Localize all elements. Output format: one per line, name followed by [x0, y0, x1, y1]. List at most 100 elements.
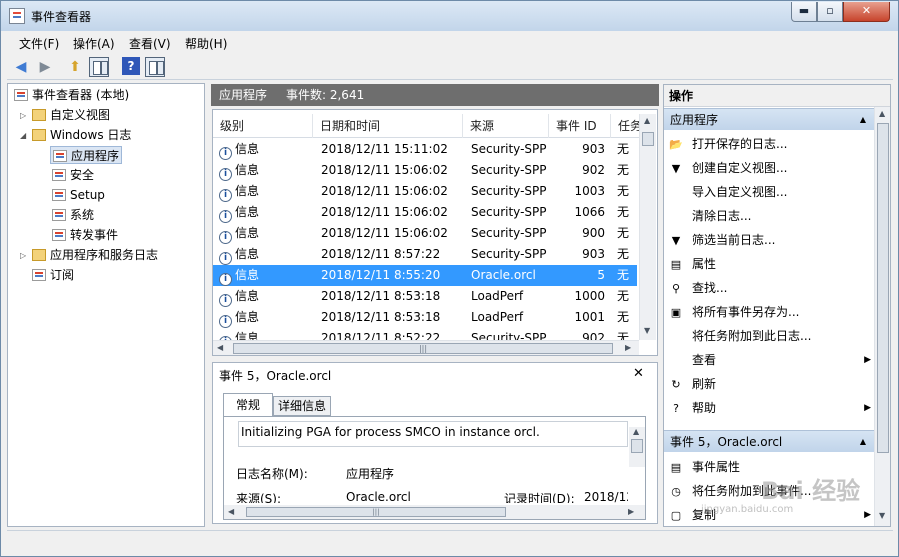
actions-scrollbar[interactable]: ▲ ▼ — [874, 107, 890, 526]
menu-file[interactable]: 文件(F) — [19, 35, 59, 52]
table-row[interactable]: i 信息 2018/12/11 15:06:02 Security-SPP 902 无 — [213, 160, 637, 181]
collapse-icon[interactable]: ▲ — [860, 109, 866, 131]
minimize-button[interactable]: ▬ — [791, 2, 817, 22]
action-item[interactable]: ? 帮助 ▶ — [668, 397, 873, 419]
tab-details[interactable]: 详细信息 — [273, 396, 331, 416]
list-vertical-scrollbar[interactable]: ▲ ▼ — [639, 114, 656, 340]
tree-item-security[interactable]: 安全 — [52, 166, 94, 184]
scroll-right-icon[interactable]: ▶ — [625, 343, 631, 352]
cell-event-id: 903 — [582, 247, 605, 261]
action-item[interactable]: 导入自定义视图... — [668, 181, 873, 203]
info-icon: i — [219, 147, 232, 160]
info-icon: i — [219, 252, 232, 265]
action-item[interactable]: ▼ 创建自定义视图... — [668, 157, 873, 179]
menu-view[interactable]: 查看(V) — [129, 35, 171, 52]
collapse-icon[interactable]: ▲ — [860, 431, 866, 453]
back-arrow-icon[interactable]: ◀ — [11, 57, 31, 77]
tree-root[interactable]: 事件查看器 (本地) — [14, 86, 129, 104]
cell-datetime: 2018/12/11 8:55:20 — [321, 268, 441, 282]
event-description[interactable]: Initializing PGA for process SMCO in ins… — [238, 421, 628, 447]
action-item[interactable]: 📂 打开保存的日志... — [668, 133, 873, 155]
close-button[interactable]: ✕ — [843, 2, 890, 22]
tree-item-setup[interactable]: Setup — [52, 186, 105, 204]
action-item[interactable]: ↻ 刷新 — [668, 373, 873, 395]
tree-item-custom-views[interactable]: 自定义视图 — [32, 106, 110, 124]
column-level[interactable]: 级别 — [213, 114, 313, 138]
actions-section-application[interactable]: 应用程序 ▲ — [664, 108, 874, 130]
scroll-right-icon[interactable]: ▶ — [628, 507, 634, 516]
table-row[interactable]: i 信息 2018/12/11 15:06:02 Security-SPP 1066 无 — [213, 202, 637, 223]
up-folder-icon[interactable]: ⬆ — [65, 57, 85, 77]
cell-level: 信息 — [235, 205, 260, 219]
actions-section-event[interactable]: 事件 5，Oracle.orcl ▲ — [664, 430, 874, 452]
toolbar: ◀ ▶ ⬆ ? — [7, 54, 893, 80]
column-datetime[interactable]: 日期和时间 — [313, 114, 463, 138]
action-icon: ↻ — [671, 378, 681, 391]
title-bar: 事件查看器 ▬ ▫ ✕ — [1, 1, 898, 31]
column-event-id[interactable]: 事件 ID — [549, 114, 611, 138]
log-icon — [53, 150, 67, 162]
cell-level: 信息 — [235, 247, 260, 261]
help-icon[interactable]: ? — [122, 57, 140, 75]
table-row[interactable]: i 信息 2018/12/11 8:53:18 LoadPerf 1000 无 — [213, 286, 637, 307]
scroll-thumb[interactable]: ||| — [233, 343, 613, 354]
maximize-button[interactable]: ▫ — [817, 2, 843, 22]
description-scrollbar[interactable]: ▲ — [629, 427, 645, 467]
action-label: 清除日志... — [692, 209, 752, 223]
menu-help[interactable]: 帮助(H) — [185, 35, 227, 52]
cell-event-id: 1000 — [574, 289, 605, 303]
column-source[interactable]: 来源 — [463, 114, 549, 138]
collapse-arrow-icon[interactable]: ◢ — [20, 131, 26, 140]
action-item[interactable]: 清除日志... — [668, 205, 873, 227]
detail-close-icon[interactable]: ✕ — [633, 366, 644, 381]
table-row[interactable]: i 信息 2018/12/11 8:57:22 Security-SPP 903 无 — [213, 244, 637, 265]
table-row[interactable]: i 信息 2018/12/11 15:06:02 Security-SPP 1003 无 — [213, 181, 637, 202]
tree-item-app-services-logs[interactable]: 应用程序和服务日志 — [32, 246, 158, 264]
list-horizontal-scrollbar[interactable]: ◀ ||| ▶ — [213, 340, 639, 355]
tree-item-subscriptions[interactable]: 订阅 — [32, 266, 74, 284]
scroll-left-icon[interactable]: ◀ — [228, 507, 234, 516]
table-row[interactable]: i 信息 2018/12/11 15:11:02 Security-SPP 903 无 — [213, 139, 637, 160]
action-item[interactable]: ▤ 属性 — [668, 253, 873, 275]
action-item[interactable]: 查看 ▶ — [668, 349, 873, 371]
logged-value: 2018/12/ — [584, 490, 628, 503]
forward-arrow-icon[interactable]: ▶ — [35, 57, 55, 77]
menu-action[interactable]: 操作(A) — [73, 35, 115, 52]
table-row[interactable]: i 信息 2018/12/11 8:55:20 Oracle.orcl 5 无 — [213, 265, 637, 286]
action-item[interactable]: ▣ 将所有事件另存为... — [668, 301, 873, 323]
tree-item-application[interactable]: 应用程序 — [50, 146, 123, 164]
table-row[interactable]: i 信息 2018/12/11 8:53:18 LoadPerf 1001 无 — [213, 307, 637, 328]
tree-item-label: 安全 — [70, 168, 95, 182]
tree-item-forwarded-events[interactable]: 转发事件 — [52, 226, 118, 244]
tree-item-system[interactable]: 系统 — [52, 206, 94, 224]
expand-arrow-icon[interactable]: ▷ — [20, 251, 26, 260]
action-item[interactable]: 将任务附加到此日志... — [668, 325, 873, 347]
info-icon: i — [219, 210, 232, 223]
scroll-up-icon[interactable]: ▲ — [879, 109, 885, 118]
actions-pane: 操作 应用程序 ▲ 📂 打开保存的日志... ▼ 创建自定义视图... 导入自定义视图..… — [663, 84, 891, 527]
scroll-down-icon[interactable]: ▼ — [644, 326, 650, 335]
scroll-down-icon[interactable]: ▼ — [879, 511, 885, 520]
show-hide-actions-icon[interactable] — [145, 57, 165, 77]
action-item[interactable]: ▼ 筛选当前日志... — [668, 229, 873, 251]
detail-horizontal-scrollbar[interactable]: ◀ ||| ▶ — [224, 505, 645, 519]
tree-item-label: Windows 日志 — [50, 128, 132, 142]
event-count: 事件数: 2,641 — [286, 88, 365, 102]
window-title: 事件查看器 — [31, 10, 92, 24]
tab-general[interactable]: 常规 — [223, 393, 273, 417]
cell-event-id: 1003 — [574, 184, 605, 198]
actions-title: 操作 — [664, 85, 890, 107]
scroll-up-icon[interactable]: ▲ — [644, 116, 650, 125]
scroll-thumb[interactable]: ||| — [246, 507, 506, 517]
scroll-left-icon[interactable]: ◀ — [217, 343, 223, 352]
scroll-thumb[interactable] — [642, 132, 654, 146]
scroll-thumb[interactable] — [877, 123, 889, 453]
cell-event-id: 1066 — [574, 205, 605, 219]
tree-item-windows-logs[interactable]: Windows 日志 — [32, 126, 131, 144]
expand-arrow-icon[interactable]: ▷ — [20, 111, 26, 120]
source-label: 来源(S): — [236, 492, 282, 503]
table-row[interactable]: i 信息 2018/12/11 15:06:02 Security-SPP 900 无 — [213, 223, 637, 244]
show-hide-tree-icon[interactable] — [89, 57, 109, 77]
section-label: 事件 5，Oracle.orcl — [670, 435, 783, 449]
action-item[interactable]: ⚲ 查找... — [668, 277, 873, 299]
